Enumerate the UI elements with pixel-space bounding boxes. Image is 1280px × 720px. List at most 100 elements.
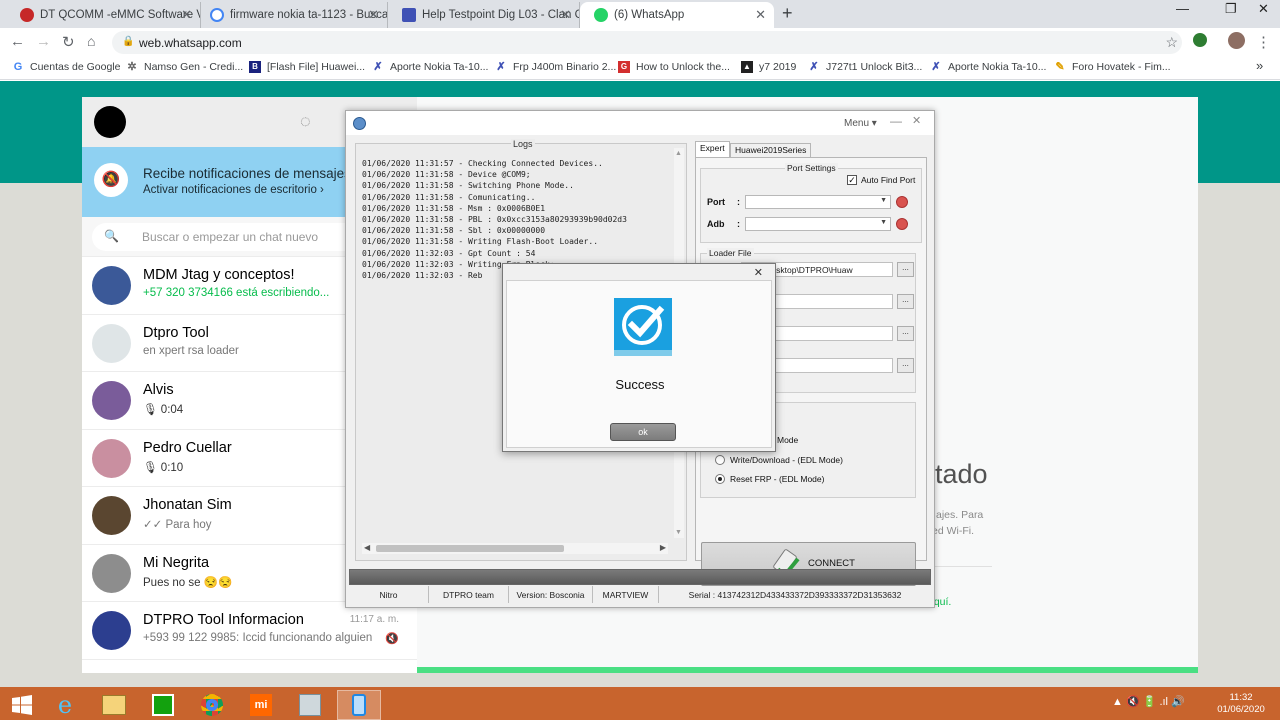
bookmark-item[interactable]: ✲ Namso Gen - Credi... bbox=[126, 61, 243, 73]
scroll-up-icon[interactable]: ▲ bbox=[675, 150, 682, 157]
horizontal-scrollbar[interactable]: ◀ ▶ bbox=[362, 543, 668, 554]
port-settings-group: Port Settings ✓ Auto Find Port Port : ▼ … bbox=[700, 163, 922, 243]
log-line: 01/06/2020 11:32:03 - Gpt Count : 54 bbox=[362, 248, 536, 258]
adb-select[interactable]: ▼ bbox=[745, 217, 891, 231]
log-line: 01/06/2020 11:31:58 - Writing Flash-Boot… bbox=[362, 237, 599, 247]
browser-tab-active[interactable]: (6) WhatsApp ✕ bbox=[580, 2, 774, 28]
bookmark-item[interactable]: G Cuentas de Google bbox=[12, 61, 121, 73]
close-window-icon[interactable]: ✕ bbox=[1258, 1, 1269, 17]
forum-icon: ✗ bbox=[373, 61, 383, 73]
bookmark-item[interactable]: ▲ y7 2019 bbox=[741, 61, 796, 73]
url-bar[interactable]: 🔒 web.whatsapp.com ☆ bbox=[112, 31, 1182, 54]
avatar[interactable] bbox=[94, 106, 126, 138]
taskbar-app[interactable] bbox=[141, 690, 185, 720]
bookmark-item[interactable]: ✗ Aporte Nokia Ta-10... bbox=[372, 61, 488, 73]
muted-icon: 🔇 bbox=[385, 633, 399, 645]
clock[interactable]: 11:32 01/06/2020 bbox=[1210, 692, 1272, 716]
refresh-adb-button[interactable] bbox=[896, 218, 908, 230]
forum-icon: ✗ bbox=[496, 61, 506, 73]
ok-button[interactable]: ok bbox=[610, 423, 676, 441]
scroll-right-icon[interactable]: ▶ bbox=[660, 543, 666, 552]
bookmark-item[interactable]: ✗ Aporte Nokia Ta-10... bbox=[930, 61, 1046, 73]
browser-menu-icon[interactable]: ⋮ bbox=[1256, 33, 1271, 51]
notification-link[interactable]: Activar notificaciones de escritorio › bbox=[143, 184, 324, 196]
tab-huawei2019series[interactable]: Huawei2019Series bbox=[730, 143, 812, 157]
status-field: Version: Bosconia bbox=[509, 586, 593, 603]
reset-frp-radio[interactable]: Reset FRP - (EDL Mode) bbox=[715, 474, 824, 484]
bookmark-item[interactable]: ✗ Frp J400m Binario 2... bbox=[495, 61, 616, 73]
status-bar: Nitro DTPRO team Version: Bosconia MARTV… bbox=[349, 586, 931, 603]
browser-tab[interactable]: firmware nokia ta-1123 - Buscar ✕ bbox=[196, 2, 388, 28]
log-line: 01/06/2020 11:31:58 - Device @COM9; bbox=[362, 170, 531, 180]
status-icon[interactable]: ◌ bbox=[300, 111, 311, 132]
mode-radio[interactable]: Mode bbox=[777, 435, 798, 445]
bookmark-item[interactable]: B [Flash File] Huawei... bbox=[249, 61, 365, 73]
bookmark-star-icon[interactable]: ☆ bbox=[1165, 34, 1178, 51]
dialog-message: Success bbox=[615, 377, 665, 392]
close-tab-icon[interactable]: ✕ bbox=[368, 7, 379, 23]
colon: : bbox=[737, 197, 740, 207]
forum-icon bbox=[402, 8, 416, 22]
taskbar-app[interactable] bbox=[92, 690, 136, 720]
chat-preview: +57 320 3734166 está escribiendo... bbox=[143, 287, 330, 299]
minimize-icon[interactable]: — bbox=[1176, 1, 1189, 16]
minimize-icon[interactable]: — bbox=[890, 114, 902, 128]
status-field: DTPRO team bbox=[429, 586, 509, 603]
avatar bbox=[92, 496, 131, 535]
system-tray[interactable]: ▲ 🔇 🔋 .ıl 🔊 bbox=[1112, 695, 1185, 708]
log-line: 01/06/2020 11:31:58 - Msm : 0x0006B0E1 bbox=[362, 203, 546, 213]
back-icon[interactable]: ← bbox=[10, 33, 25, 50]
avatar bbox=[92, 438, 131, 478]
maximize-icon[interactable]: ❐ bbox=[1225, 1, 1237, 17]
taskbar-app[interactable] bbox=[190, 690, 234, 720]
chevron-down-icon: ▼ bbox=[880, 219, 887, 226]
chat-preview: 🎙 0:10 bbox=[143, 461, 184, 474]
port-select[interactable]: ▼ bbox=[745, 195, 891, 209]
chat-preview: +593 99 122 9985: Iccid funcionando algu… bbox=[143, 632, 373, 644]
tab-expert[interactable]: Expert bbox=[695, 141, 730, 157]
bookmark-item[interactable]: G How to Unlock the... bbox=[618, 61, 730, 73]
close-tab-icon[interactable]: ✕ bbox=[181, 7, 192, 23]
taskbar-app[interactable] bbox=[288, 690, 332, 720]
taskbar-app[interactable]: e bbox=[43, 690, 87, 720]
scroll-down-icon[interactable]: ▼ bbox=[675, 529, 682, 536]
refresh-port-button[interactable] bbox=[896, 196, 908, 208]
intro-accent-bar bbox=[417, 667, 1198, 673]
scroll-thumb[interactable] bbox=[376, 545, 564, 552]
status-field: Nitro bbox=[349, 586, 429, 603]
forward-icon[interactable]: → bbox=[36, 33, 51, 50]
close-icon[interactable]: ✕ bbox=[754, 266, 763, 279]
group-caption: Port Settings bbox=[785, 163, 838, 173]
chat-list-item[interactable]: DTPRO Tool Informacion +593 99 122 9985: … bbox=[82, 602, 417, 660]
forum-icon: ✎ bbox=[1055, 61, 1065, 73]
browser-tab[interactable]: DT QCOMM -eMMC Software V2 ✕ bbox=[6, 2, 201, 28]
bookmark-item[interactable]: ✎ Foro Hovatek - Fim... bbox=[1054, 61, 1170, 73]
adb-label: Adb bbox=[707, 219, 725, 229]
home-icon[interactable]: ⌂ bbox=[87, 33, 95, 49]
chat-name: DTPRO Tool Informacion bbox=[143, 612, 304, 628]
bookmark-item[interactable]: ✗ J727t1 Unlock Bit3... bbox=[808, 61, 922, 73]
browse-button[interactable]: ... bbox=[897, 326, 914, 341]
new-tab-icon[interactable]: + bbox=[782, 3, 793, 24]
taskbar-app-active[interactable] bbox=[337, 690, 381, 720]
browse-button[interactable]: ... bbox=[897, 294, 914, 309]
start-button[interactable] bbox=[0, 690, 44, 720]
browse-button[interactable]: ... bbox=[897, 262, 914, 277]
scroll-left-icon[interactable]: ◀ bbox=[364, 543, 370, 552]
chevron-down-icon: ▼ bbox=[880, 197, 887, 204]
profile-avatar[interactable] bbox=[1228, 32, 1245, 49]
reload-icon[interactable]: ↻ bbox=[62, 33, 75, 51]
browser-tab[interactable]: Help Testpoint Dig L03 - Clan GS ✕ bbox=[388, 2, 580, 28]
menu-button[interactable]: Menu ▾ bbox=[844, 118, 877, 129]
close-tab-icon[interactable]: ✕ bbox=[755, 7, 766, 23]
bookmarks-overflow-icon[interactable]: » bbox=[1256, 58, 1263, 73]
port-label: Port bbox=[707, 197, 725, 207]
search-placeholder: Buscar o empezar un chat nuevo bbox=[142, 230, 319, 244]
taskbar-app[interactable]: mi bbox=[239, 690, 283, 720]
write-download-radio[interactable]: Write/Download - (EDL Mode) bbox=[715, 455, 843, 465]
extension-icon[interactable] bbox=[1193, 33, 1207, 47]
close-tab-icon[interactable]: ✕ bbox=[560, 7, 571, 23]
auto-find-port-checkbox[interactable]: ✓ Auto Find Port bbox=[847, 175, 915, 185]
browse-button[interactable]: ... bbox=[897, 358, 914, 373]
close-icon[interactable]: ✕ bbox=[912, 114, 921, 127]
